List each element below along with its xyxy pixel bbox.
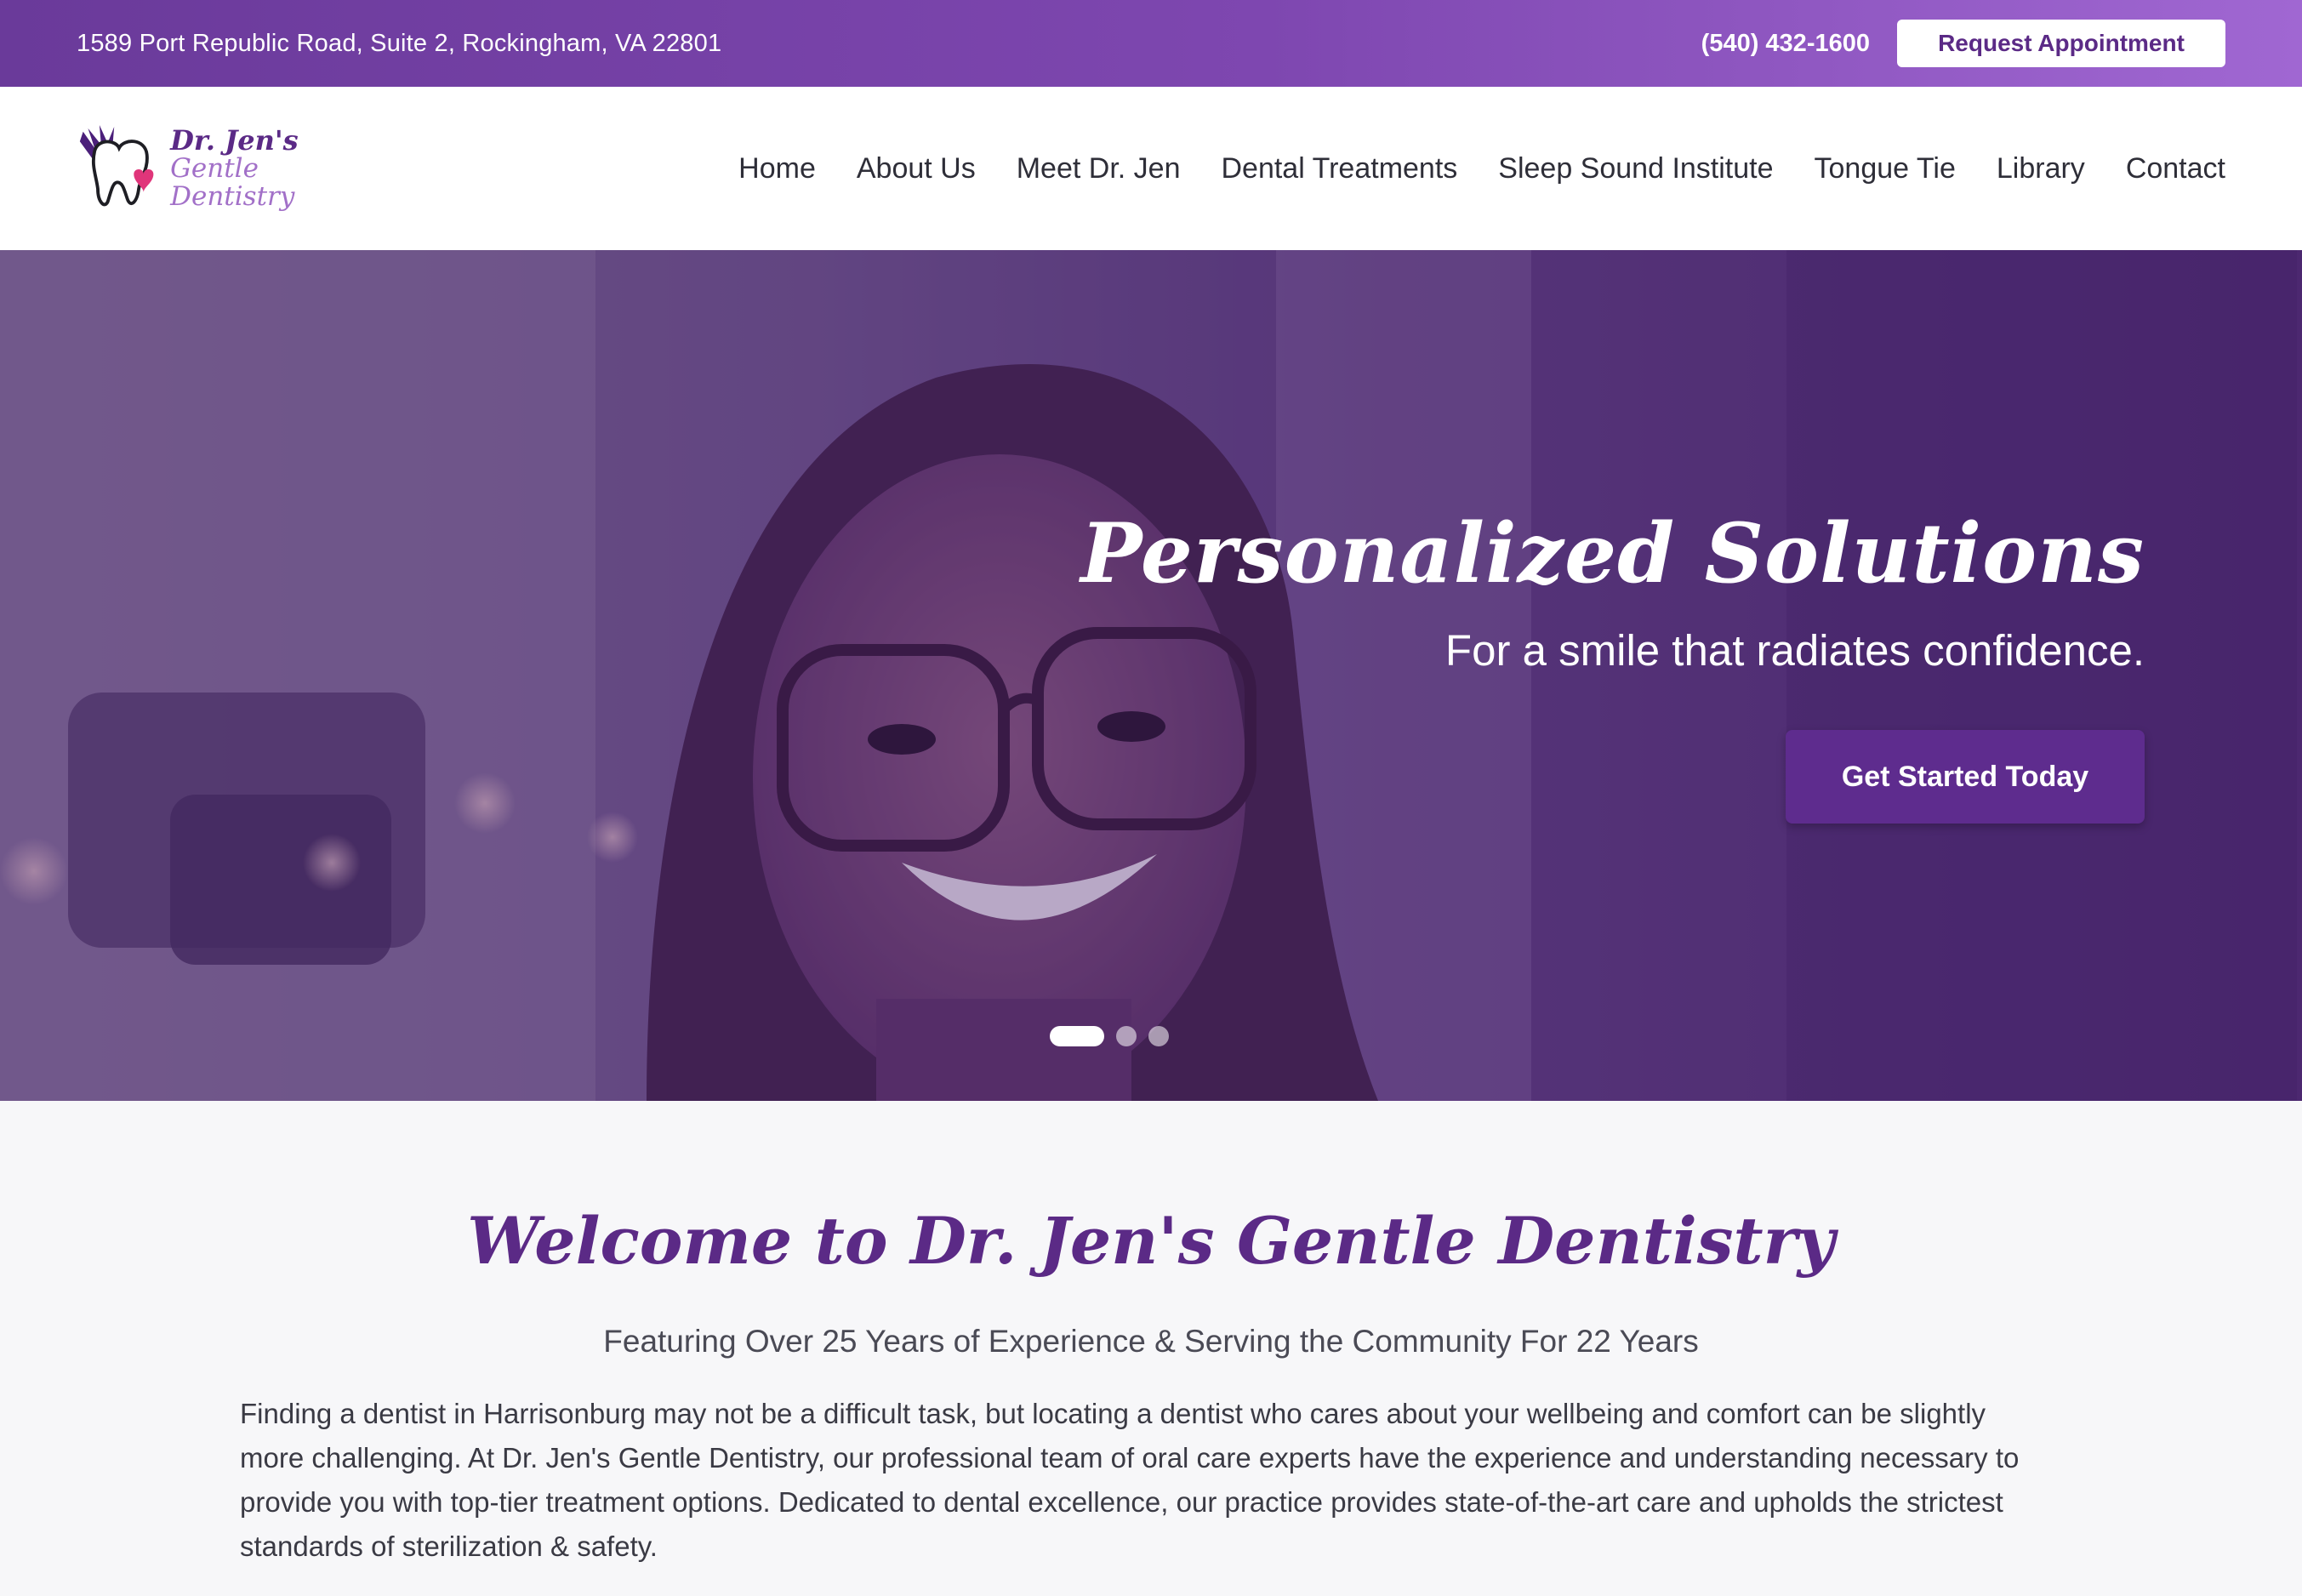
phone-link[interactable]: (540) 432-1600 [1701, 30, 1870, 58]
main-nav: Home About Us Meet Dr. Jen Dental Treatm… [738, 152, 2225, 185]
get-started-button[interactable]: Get Started Today [1786, 730, 2145, 824]
hero-subtitle: For a smile that radiates confidence. [1444, 626, 2145, 675]
address-text: 1589 Port Republic Road, Suite 2, Rockin… [77, 29, 722, 57]
nav-sleep-sound-institute[interactable]: Sleep Sound Institute [1498, 152, 1773, 185]
welcome-tagline: Featuring Over 25 Years of Experience & … [603, 1324, 1699, 1359]
nav-home[interactable]: Home [738, 152, 816, 185]
slider-dot-1[interactable] [1050, 1026, 1104, 1046]
top-bar-actions: (540) 432-1600 Request Appointment [1701, 20, 2225, 67]
top-bar: 1589 Port Republic Road, Suite 2, Rockin… [0, 0, 2302, 87]
logo-line-1: Dr. Jen's [170, 123, 299, 157]
request-appointment-button[interactable]: Request Appointment [1897, 20, 2225, 67]
slider-dot-2[interactable] [1116, 1026, 1137, 1046]
hero-overlay [0, 250, 2302, 1101]
hero-text: Personalized Solutions For a smile that … [1080, 505, 2145, 675]
tooth-heart-icon [79, 125, 154, 207]
logo-line-2: Gentle Dentistry [170, 153, 295, 212]
hero-slider: Personalized Solutions For a smile that … [0, 250, 2302, 1101]
nav-about-us[interactable]: About Us [857, 152, 976, 185]
slider-dots [1050, 1026, 1169, 1046]
nav-meet-dr-jen[interactable]: Meet Dr. Jen [1017, 152, 1181, 185]
site-header: Dr. Jen's Gentle Dentistry Home About Us… [0, 87, 2302, 250]
nav-dental-treatments[interactable]: Dental Treatments [1221, 152, 1457, 185]
nav-library[interactable]: Library [1997, 152, 2085, 185]
welcome-body: Finding a dentist in Harrisonburg may no… [240, 1398, 2020, 1562]
nav-contact[interactable]: Contact [2126, 152, 2225, 185]
hero-title: Personalized Solutions [1080, 505, 2145, 601]
nav-tongue-tie[interactable]: Tongue Tie [1815, 152, 1956, 185]
welcome-heading: Welcome to Dr. Jen's Gentle Dentistry [467, 1203, 1835, 1279]
slider-dot-3[interactable] [1148, 1026, 1169, 1046]
welcome-section: Welcome to Dr. Jen's Gentle Dentistry Fe… [0, 1101, 2302, 1596]
site-logo[interactable]: Dr. Jen's Gentle Dentistry [77, 117, 383, 219]
